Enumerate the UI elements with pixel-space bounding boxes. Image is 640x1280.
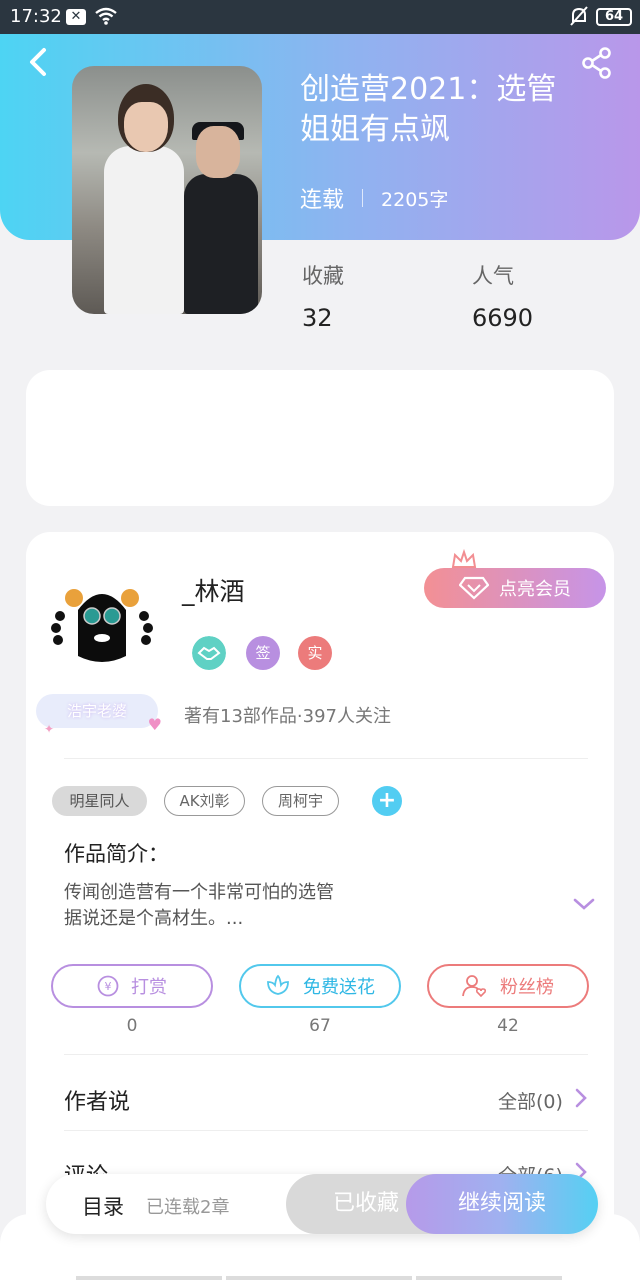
bottom-tab-indicator xyxy=(226,1276,412,1280)
popularity-stat: 人气 6690 xyxy=(472,260,533,332)
fan-ranking-label: 粉丝榜 xyxy=(500,977,554,998)
fan-count: 42 xyxy=(497,1016,519,1036)
chapter-count: 已连载2章 xyxy=(146,1197,230,1218)
handshake-badge-icon xyxy=(192,636,226,670)
divider xyxy=(64,1054,588,1055)
author-says-more[interactable]: 全部(0) xyxy=(498,1087,563,1114)
battery-indicator: 64 xyxy=(596,8,632,26)
flower-icon xyxy=(267,974,289,995)
reward-count: 0 xyxy=(126,1016,138,1036)
fan-ranking-button[interactable]: 粉丝榜 xyxy=(427,964,589,1008)
fan-tag-label: 浩宇老婆 xyxy=(66,702,127,720)
divider xyxy=(64,1130,588,1131)
crown-icon xyxy=(451,548,477,568)
signed-badge: 签 xyxy=(246,636,280,670)
svg-text:¥: ¥ xyxy=(105,980,112,993)
favorites-label: 收藏 xyxy=(302,264,344,288)
sparkle-icon: ✦ xyxy=(44,722,55,736)
send-flower-button[interactable]: 免费送花 xyxy=(239,964,401,1008)
book-word-count: 2205字 xyxy=(381,188,449,211)
send-flower-label: 免费送花 xyxy=(303,977,375,998)
bottom-tab-indicator xyxy=(416,1276,562,1280)
user-heart-icon xyxy=(462,975,487,998)
divider xyxy=(64,758,588,759)
tag-item[interactable]: 周柯宇 xyxy=(262,786,339,816)
continue-reading-button[interactable]: 继续阅读 xyxy=(406,1174,598,1234)
status-bar: 17:32 ✕ 64 xyxy=(0,0,640,34)
chevron-down-icon[interactable] xyxy=(572,896,596,912)
intro-title: 作品简介： xyxy=(64,842,169,866)
book-title: 创造营2021：选管姐姐有点飒 xyxy=(300,72,557,147)
book-status: 连载 xyxy=(300,188,345,213)
favorites-stat: 收藏 32 xyxy=(302,260,344,332)
popularity-label: 人气 xyxy=(472,264,514,288)
author-name[interactable]: _林酒 xyxy=(182,572,245,608)
empty-card xyxy=(26,370,614,506)
coin-icon: ¥ xyxy=(97,975,119,997)
add-tag-button[interactable]: + xyxy=(372,786,402,816)
vip-button-label: 点亮会员 xyxy=(499,579,571,600)
tag-item[interactable]: 明星同人 xyxy=(52,786,147,816)
toc-button[interactable]: 目录 xyxy=(82,1191,124,1221)
favorites-value: 32 xyxy=(302,304,333,332)
reward-label: 打赏 xyxy=(131,977,167,998)
vip-button[interactable]: 点亮会员 xyxy=(424,568,606,608)
author-avatar[interactable] xyxy=(50,576,154,672)
share-icon[interactable] xyxy=(580,46,614,80)
book-meta: 连载 2205字 xyxy=(300,182,448,214)
author-says-title: 作者说 xyxy=(64,1090,131,1115)
flower-count: 67 xyxy=(309,1016,331,1036)
intro-line: 据说还是个高材生。... xyxy=(64,908,244,929)
chevron-right-icon[interactable] xyxy=(574,1087,588,1109)
meta-divider xyxy=(362,189,364,207)
reward-button[interactable]: ¥ 打赏 xyxy=(51,964,213,1008)
back-icon[interactable] xyxy=(24,46,52,78)
notification-icon: ✕ xyxy=(66,9,86,25)
status-time: 17:32 xyxy=(10,6,62,27)
author-stats: 著有13部作品·397人关注 xyxy=(184,706,391,727)
book-cover[interactable] xyxy=(72,66,262,314)
popularity-value: 6690 xyxy=(472,304,534,332)
verified-badge: 实 xyxy=(298,636,332,670)
diamond-icon xyxy=(459,576,489,600)
intro-text[interactable]: 传闻创造营有一个非常可怕的选管 据说还是个高材生。... xyxy=(64,880,394,932)
wifi-icon xyxy=(95,7,117,25)
heart-icon: ♥ xyxy=(147,715,162,734)
bottom-tab-indicator xyxy=(76,1276,222,1280)
intro-line: 传闻创造营有一个非常可怕的选管 xyxy=(64,882,334,903)
tag-item[interactable]: AK刘彰 xyxy=(164,786,245,816)
mute-bell-icon xyxy=(570,6,588,26)
fan-tag: ✦ 浩宇老婆 ♥ xyxy=(36,694,162,736)
